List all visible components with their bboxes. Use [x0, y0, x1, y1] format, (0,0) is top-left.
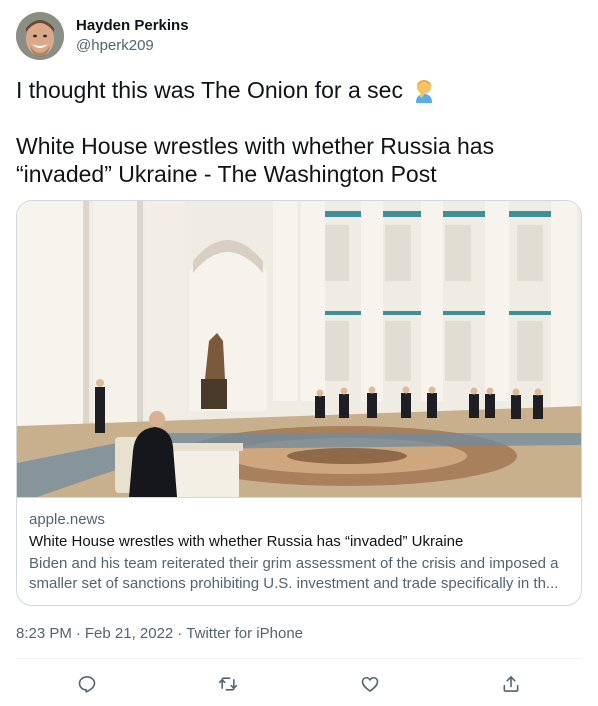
- reply-button[interactable]: [69, 668, 105, 700]
- retweet-button[interactable]: [210, 668, 246, 700]
- link-card[interactable]: apple.news White House wrestles with whe…: [16, 200, 582, 606]
- like-icon: [361, 676, 379, 692]
- card-domain: apple.news: [29, 511, 105, 528]
- article-photo-kremlin-hall[interactable]: [17, 201, 581, 497]
- tweet-text-line2: White House wrestles with whether Russia…: [16, 133, 501, 187]
- action-bar: [16, 668, 582, 700]
- display-name[interactable]: Hayden Perkins: [76, 16, 189, 36]
- card-info[interactable]: apple.news White House wrestles with whe…: [17, 497, 581, 605]
- reply-icon: [78, 676, 96, 693]
- tweet-time[interactable]: 8:23 PM: [16, 625, 72, 642]
- meta-separator: ·: [75, 625, 81, 642]
- meta-separator-2: ·: [177, 625, 183, 642]
- card-title: White House wrestles with whether Russia…: [29, 533, 464, 550]
- divider: [16, 658, 582, 659]
- user-handle[interactable]: @hperk209: [76, 36, 189, 56]
- tweet-meta: 8:23 PM · Feb 21, 2022 · Twitter for iPhone: [16, 624, 303, 644]
- tweet-text-line1: I thought this was The Onion for a sec: [16, 77, 403, 103]
- card-description: Biden and his team reiterated their grim…: [29, 555, 559, 592]
- tweet-source[interactable]: Twitter for iPhone: [186, 625, 303, 642]
- like-button[interactable]: [352, 668, 388, 700]
- tweet-date[interactable]: Feb 21, 2022: [85, 625, 173, 642]
- tweet-text: I thought this was The Onion for a sec W…: [16, 76, 576, 188]
- author-names: Hayden Perkins @hperk209: [76, 16, 189, 56]
- avatar[interactable]: [16, 12, 64, 60]
- tweet-header: Hayden Perkins @hperk209: [16, 12, 189, 60]
- share-button[interactable]: [493, 668, 529, 700]
- share-icon: [503, 676, 519, 692]
- retweet-icon: [219, 677, 238, 691]
- person-facepalming-emoji-icon: [411, 77, 437, 103]
